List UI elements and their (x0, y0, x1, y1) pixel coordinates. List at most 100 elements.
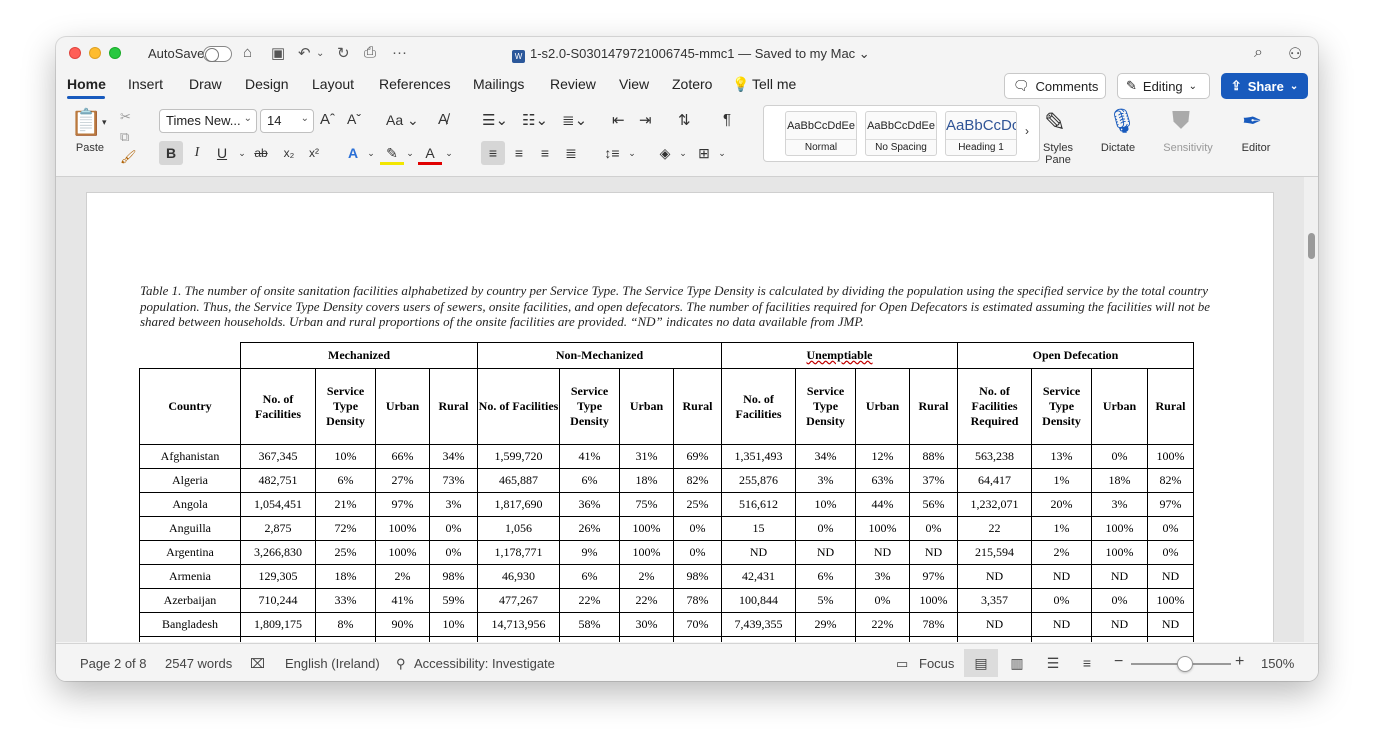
sort-icon[interactable]: ⇅ (678, 111, 691, 129)
draft-view-icon[interactable]: ≡ (1070, 649, 1104, 677)
vertical-scrollbar[interactable] (1304, 177, 1318, 642)
save-icon[interactable]: ▣ (271, 44, 285, 62)
format-painter-icon[interactable]: 🖌 (120, 149, 137, 165)
table-cell: 100% (909, 588, 958, 613)
tab-view[interactable]: View (619, 76, 649, 92)
maximize-window-button[interactable] (109, 47, 121, 59)
focus-mode[interactable]: Focus (919, 656, 954, 671)
tab-home[interactable]: Home (67, 76, 106, 92)
align-center-button[interactable]: ≡ (507, 141, 531, 165)
table-cell: 70% (673, 612, 722, 637)
paste-icon[interactable]: 📋 (70, 107, 102, 138)
borders-dropdown-icon[interactable]: ⌄ (710, 141, 734, 165)
numbering-icon[interactable]: ☷⌄ (522, 111, 548, 129)
zoom-in-icon[interactable]: + (1235, 653, 1244, 671)
table-cell: 98% (429, 564, 478, 589)
column-header: Rural (429, 368, 478, 445)
style-heading-1[interactable]: AaBbCcDc Heading 1 (945, 111, 1017, 156)
line-spacing-dropdown-icon[interactable]: ⌄ (620, 141, 644, 165)
tab-zotero[interactable]: Zotero (672, 76, 712, 92)
language[interactable]: English (Ireland) (285, 656, 380, 671)
style-normal[interactable]: AaBbCcDdEe Normal (785, 111, 857, 156)
country-cell: Armenia (139, 564, 241, 589)
outline-view-icon[interactable]: ☰ (1036, 649, 1070, 677)
table-row: Anguilla 2,875 72% 100% 0% 1,056 26% 100% 0% 15 0%… (139, 516, 1194, 541)
cut-icon[interactable]: ✂ (120, 109, 131, 125)
more-icon[interactable]: ··· (392, 44, 407, 61)
close-window-button[interactable] (69, 47, 81, 59)
table-cell: 0% (1147, 516, 1194, 541)
minimize-window-button[interactable] (89, 47, 101, 59)
align-left-button[interactable]: ≡ (481, 141, 505, 165)
clear-formatting-icon[interactable]: A̸ (438, 111, 448, 128)
bold-button[interactable]: B (159, 141, 183, 165)
styles-pane-icon[interactable]: ✎ (1044, 107, 1066, 138)
table-cell: 0% (855, 588, 910, 613)
tab-design[interactable]: Design (245, 76, 289, 92)
group-open-defecation: Open Defecation (957, 342, 1194, 369)
comments-button[interactable]: 🗨 Comments (1004, 73, 1106, 99)
font-name-select[interactable]: Times New... ⌄ (159, 109, 257, 133)
editing-button[interactable]: ✎ Editing ⌄ (1117, 73, 1210, 99)
table-cell: 100% (375, 516, 430, 541)
decrease-indent-icon[interactable]: ⇤ (612, 111, 625, 129)
justify-button[interactable]: ≣ (559, 141, 583, 165)
tab-references[interactable]: References (379, 76, 451, 92)
subscript-button[interactable]: x₂ (277, 141, 301, 165)
zoom-out-icon[interactable]: − (1114, 653, 1123, 671)
table-cell: 1,178,771 (477, 540, 560, 565)
copy-icon[interactable]: ⧉ (120, 129, 129, 145)
table-cell: 73% (429, 468, 478, 493)
grow-font-icon[interactable]: Aˆ (320, 111, 335, 128)
word-count[interactable]: 2547 words (165, 656, 232, 671)
chevron-down-icon: ⌄ (1289, 80, 1299, 92)
accessibility-status[interactable]: Accessibility: Investigate (414, 656, 555, 671)
bullets-icon[interactable]: ☰⌄ (482, 111, 508, 129)
page-count[interactable]: Page 2 of 8 (80, 656, 147, 671)
multilevel-list-icon[interactable]: ≣⌄ (562, 111, 587, 129)
tab-draw[interactable]: Draw (189, 76, 222, 92)
table-cell: 2% (375, 564, 430, 589)
font-color-dropdown-icon[interactable]: ⌄ (437, 141, 461, 165)
style-no-spacing[interactable]: AaBbCcDdEe No Spacing (865, 111, 937, 156)
table-cell: 100% (855, 516, 910, 541)
document-title[interactable]: W 1-s2.0-S0301479721006745-mmc1 — Saved t… (512, 46, 870, 63)
paste-dropdown-icon[interactable]: ▾ (102, 117, 107, 128)
change-case-icon[interactable]: Aa ⌄ (386, 112, 419, 129)
scrollbar-thumb[interactable] (1308, 233, 1315, 259)
home-icon[interactable]: ⌂ (243, 44, 252, 61)
share-people-icon[interactable]: ⚇ (1288, 44, 1302, 64)
autosave-toggle[interactable] (203, 46, 232, 62)
print-icon[interactable]: ⎙ (364, 44, 376, 61)
undo-icon[interactable]: ↶ (298, 44, 311, 62)
zoom-slider-thumb[interactable] (1177, 656, 1193, 672)
web-layout-view-icon[interactable]: ▥ (1000, 649, 1034, 677)
align-right-button[interactable]: ≡ (533, 141, 557, 165)
search-icon[interactable]: ⌕ (1254, 44, 1263, 62)
print-layout-view-icon[interactable]: ▤ (964, 649, 998, 677)
table-cell: 56% (315, 636, 376, 642)
lightbulb-icon: 💡 (732, 76, 750, 92)
editor-icon[interactable]: ✒ (1242, 107, 1262, 136)
share-button[interactable]: ⇪ Share ⌄ (1221, 73, 1308, 99)
zoom-level[interactable]: 150% (1261, 656, 1294, 671)
font-size-select[interactable]: 14 ⌄ (260, 109, 314, 133)
tab-mailings[interactable]: Mailings (473, 76, 524, 92)
tab-insert[interactable]: Insert (128, 76, 163, 92)
strikethrough-button[interactable]: ab (249, 141, 273, 165)
paragraph-marks-icon[interactable]: ¶ (723, 111, 731, 128)
styles-more-icon[interactable]: › (1025, 124, 1029, 138)
tab-review[interactable]: Review (550, 76, 596, 92)
undo-dropdown-icon[interactable]: ⌄ (316, 48, 324, 59)
proofing-icon[interactable]: ⌧ (250, 656, 265, 672)
shrink-font-icon[interactable]: Aˇ (347, 111, 361, 127)
tab-layout[interactable]: Layout (312, 76, 354, 92)
table-cell: 2,199 (721, 636, 796, 642)
tab-tell-me[interactable]: Tell me (752, 76, 796, 92)
italic-button[interactable]: I (185, 141, 209, 165)
table-cell: 78% (673, 588, 722, 613)
microphone-icon[interactable]: 🎙 (1107, 107, 1137, 136)
increase-indent-icon[interactable]: ⇥ (639, 111, 652, 129)
superscript-button[interactable]: x² (302, 141, 326, 165)
redo-icon[interactable]: ↻ (337, 44, 350, 62)
